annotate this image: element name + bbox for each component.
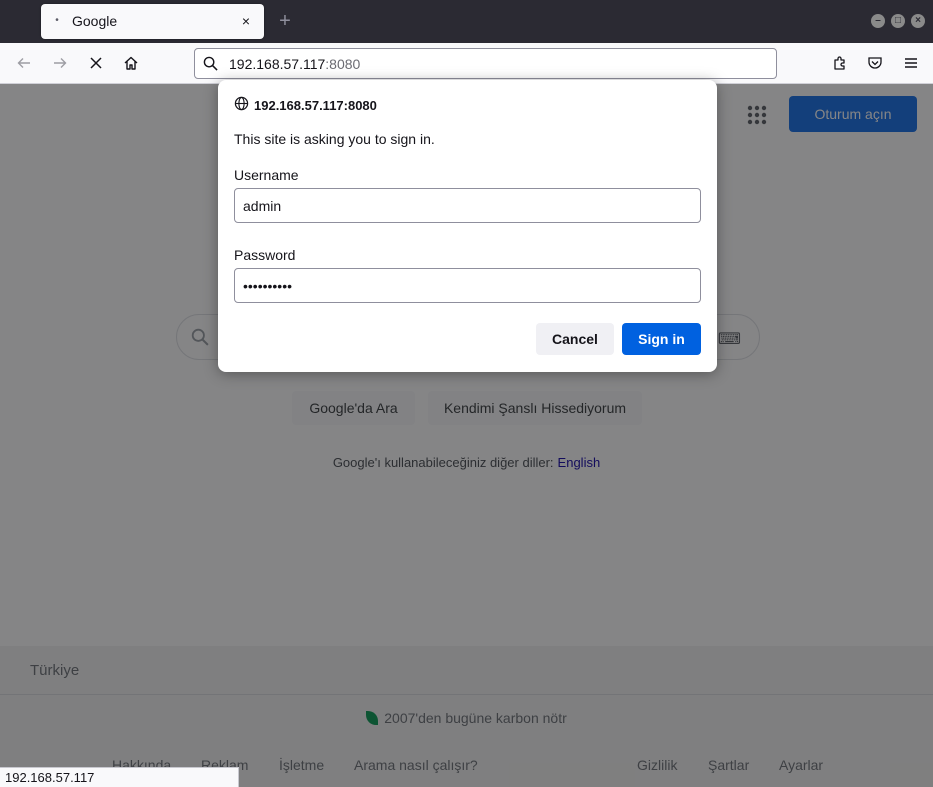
username-label: Username — [234, 167, 299, 183]
navigation-toolbar: 192.168.57.117:8080 — [0, 43, 933, 84]
tab-google[interactable]: • Google × — [41, 4, 264, 39]
username-field[interactable] — [234, 188, 701, 223]
status-bar: 192.168.57.117 — [0, 767, 239, 787]
extensions-icon[interactable] — [828, 51, 852, 75]
tab-title: Google — [72, 13, 118, 29]
close-tab-icon[interactable]: × — [238, 12, 254, 30]
url-text: 192.168.57.117:8080 — [229, 56, 360, 72]
cancel-button[interactable]: Cancel — [536, 323, 614, 355]
dialog-origin: 192.168.57.117:8080 — [234, 96, 377, 114]
dialog-origin-text: 192.168.57.117:8080 — [254, 97, 377, 113]
password-label: Password — [234, 247, 296, 263]
address-bar[interactable]: 192.168.57.117:8080 — [194, 48, 777, 79]
stop-loading-icon[interactable] — [84, 51, 108, 75]
auth-dialog: 192.168.57.117:8080 This site is asking … — [218, 80, 717, 372]
maximize-window-icon[interactable]: □ — [891, 14, 905, 28]
sign-in-button[interactable]: Sign in — [622, 323, 701, 355]
menu-icon[interactable] — [899, 51, 923, 75]
home-icon[interactable] — [119, 51, 143, 75]
minimize-window-icon[interactable]: – — [871, 14, 885, 28]
url-port: :8080 — [325, 56, 361, 72]
search-icon — [203, 56, 218, 74]
new-tab-icon[interactable]: + — [275, 9, 295, 33]
globe-icon — [234, 96, 249, 114]
forward-arrow-icon[interactable] — [48, 51, 72, 75]
password-field[interactable] — [234, 268, 701, 303]
url-host: 192.168.57.117 — [229, 56, 326, 72]
close-window-icon[interactable]: × — [911, 14, 925, 28]
title-bar: • Google × + – □ × — [0, 0, 933, 43]
tab-favicon-icon: • — [55, 15, 59, 26]
pocket-icon[interactable] — [863, 51, 887, 75]
back-arrow-icon[interactable] — [12, 51, 36, 75]
dialog-message: This site is asking you to sign in. — [234, 131, 435, 147]
